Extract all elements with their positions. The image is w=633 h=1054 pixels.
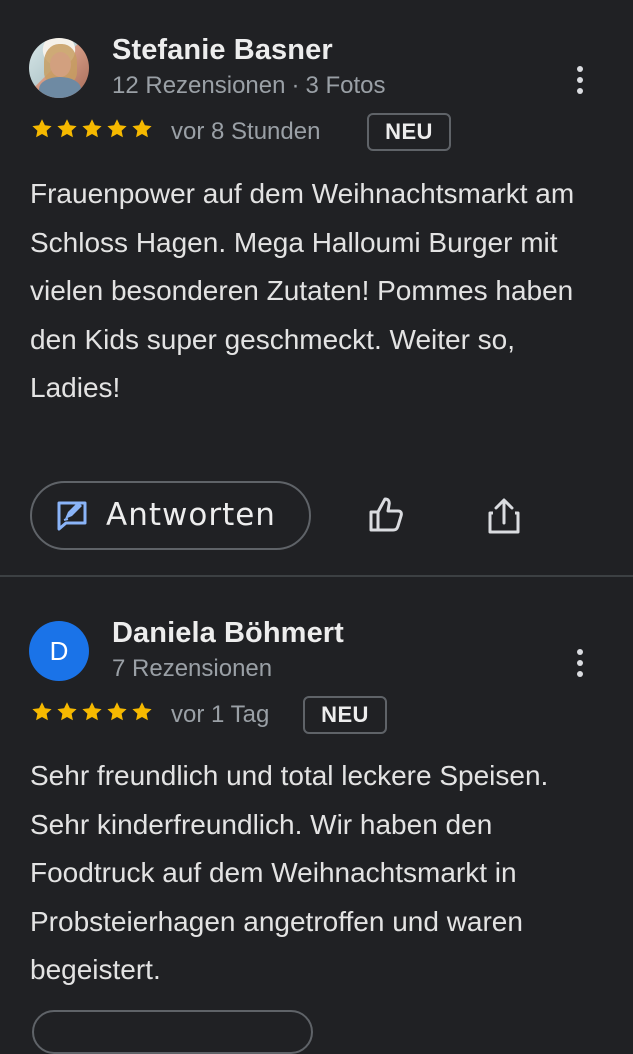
star-icon <box>57 702 77 721</box>
more-dot <box>577 88 583 94</box>
meta-separator: · <box>291 72 300 99</box>
star-icon <box>132 119 152 138</box>
more-dot <box>577 66 583 72</box>
avatar[interactable] <box>29 38 89 98</box>
reviewer-name[interactable]: Daniela Böhmert <box>112 617 344 650</box>
avatar-shirt <box>39 77 81 98</box>
more-vert-icon[interactable] <box>567 62 593 98</box>
more-dot <box>577 660 583 666</box>
more-dot <box>577 649 583 655</box>
star-icon <box>107 119 127 138</box>
reviewer-meta: 12 Rezensionen · 3 Fotos <box>112 72 386 100</box>
star-icon <box>32 702 52 721</box>
new-badge: NEU <box>303 696 387 734</box>
star-icon <box>57 119 77 138</box>
review-text: Sehr freundlich und total leckere Speise… <box>30 760 549 985</box>
more-dot <box>577 77 583 83</box>
review-card: Stefanie Basner 12 Rezensionen · 3 Fotos v… <box>0 0 633 575</box>
review-time: vor 8 Stunden <box>171 118 321 145</box>
star-icon <box>82 702 102 721</box>
avatar-face <box>50 52 71 77</box>
star-icon <box>107 702 127 721</box>
star-icon <box>132 702 152 721</box>
review-card: D Daniela Böhmert 7 Rezensionen vor 1 Ta… <box>0 577 633 1024</box>
share-icon[interactable] <box>484 495 524 537</box>
review-time: vor 1 Tag <box>171 701 270 728</box>
reviewer-meta: 7 Rezensionen <box>112 655 272 683</box>
reply-label: Antworten <box>106 497 276 533</box>
review-count: 12 Rezensionen <box>112 72 286 99</box>
reply-icon <box>57 501 87 531</box>
thumb-up-icon[interactable] <box>364 494 406 536</box>
review-text: Frauenpower auf dem Weihnachtsmarkt am S… <box>30 178 575 403</box>
photo-count: 3 Fotos <box>305 72 386 99</box>
review-count: 7 Rezensionen <box>112 655 273 682</box>
more-dot <box>577 671 583 677</box>
star-rating <box>30 700 154 724</box>
reply-button[interactable] <box>32 1010 313 1054</box>
reply-button[interactable]: Antworten <box>30 481 311 550</box>
more-vert-icon[interactable] <box>567 645 593 681</box>
star-rating <box>30 117 154 141</box>
star-icon <box>82 119 102 138</box>
avatar[interactable]: D <box>29 621 89 681</box>
star-icon <box>32 119 52 138</box>
reviewer-name[interactable]: Stefanie Basner <box>112 34 333 67</box>
new-badge: NEU <box>367 113 451 151</box>
